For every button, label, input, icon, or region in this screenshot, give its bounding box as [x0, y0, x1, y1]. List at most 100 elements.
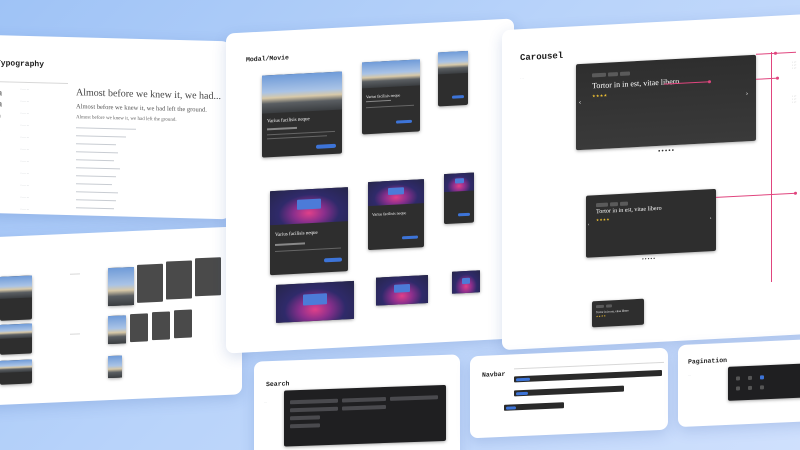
movie-modal-stage-medium[interactable]: Varius facilisis neque: [368, 179, 424, 251]
poster-small[interactable]: [0, 359, 32, 385]
movie-modal-large[interactable]: Varius facilisis neque: [262, 71, 342, 158]
annotation-line-3: [716, 192, 796, 198]
modal-cta-button-medium[interactable]: [396, 119, 412, 124]
search-panel[interactable]: [284, 384, 446, 447]
modal-heading-stage-large: Varius facilisis neque: [275, 230, 318, 238]
annotation-dot-2: [776, 76, 779, 80]
navbar-small[interactable]: [504, 402, 564, 411]
movie-modal-small[interactable]: [438, 50, 468, 107]
modal-meta-sl: [275, 242, 305, 246]
modal-cta-button-small[interactable]: [452, 95, 464, 99]
carousel-headline-medium: Tortor in in est, vitae libero: [596, 205, 662, 216]
modal-cta-button-stage-medium[interactable]: [402, 235, 418, 240]
poster-row1-img[interactable]: [108, 266, 134, 307]
modal-heading-medium: Varius facilisis neque: [366, 92, 401, 100]
modal-heading-large: Varius facilisis neque: [267, 117, 310, 125]
spec-line-2: [70, 333, 80, 335]
search-filter-1[interactable]: [342, 396, 386, 403]
navbar-dim-line: [514, 361, 664, 369]
spec-notes-2: ··· ··· ···: [792, 94, 797, 104]
carousel-large[interactable]: Tortor in in est, vitae libero ★★★★ ‹ › …: [576, 54, 756, 153]
serif-sample-column: aaaa: [0, 87, 2, 132]
modal-cta-button[interactable]: [316, 143, 336, 149]
carousel-title: Carousel: [520, 50, 564, 64]
poster-medium[interactable]: [0, 323, 32, 355]
navbar-medium[interactable]: [514, 385, 624, 397]
modal-meta: [267, 126, 297, 130]
movie-banner-medium[interactable]: [376, 274, 428, 306]
modal-meta-m: [366, 99, 391, 103]
search-filter-2[interactable]: [390, 395, 438, 401]
carousel-small[interactable]: Tortor in in est, vitae libero ★★★★: [592, 298, 644, 328]
navbar-title: Navbar: [482, 370, 506, 379]
poster-large[interactable]: [0, 275, 32, 321]
carousel-dots-medium[interactable]: ●●●●●: [642, 256, 656, 261]
modal-desc-m: [366, 104, 414, 109]
modal-heading-stage-medium: Varius facilisis neque: [372, 210, 407, 217]
navbar-active-tab-large[interactable]: [516, 377, 530, 381]
typography-card: Typography aaaa ··· ··· ··· ··· ··· ··· …: [0, 34, 230, 220]
pagination-page-1[interactable]: [736, 376, 740, 381]
movie-banner-large[interactable]: [276, 280, 354, 323]
modal-cta-button-stage-large[interactable]: [324, 257, 342, 263]
poster-row2-placeholder-2[interactable]: [152, 311, 170, 341]
search-filter-5[interactable]: [290, 423, 320, 429]
movie-modal-stage-small[interactable]: [444, 172, 474, 225]
pagination-page-6[interactable]: [760, 385, 764, 390]
type-sample-2: Almost before we knew it, we had left th…: [76, 103, 207, 114]
modal-desc-sl: [275, 247, 341, 252]
navbar-card: Navbar: [470, 347, 668, 439]
movie-modal-medium[interactable]: Varius facilisis neque: [362, 59, 420, 135]
spec-notes-1: ··· ··· ···: [792, 60, 797, 70]
poster-row2-placeholder-3[interactable]: [174, 309, 192, 339]
chevron-left-icon[interactable]: ‹: [588, 222, 589, 228]
search-input-2[interactable]: [290, 406, 338, 413]
chevron-right-icon[interactable]: ›: [746, 91, 748, 97]
type-scale-table: ··· ··· ··· ··· ··· ··· ··· ··· ··· ··· …: [20, 87, 30, 212]
navbar-active-tab-medium[interactable]: [516, 391, 528, 395]
movie-banner-small[interactable]: [452, 270, 480, 294]
annotation-line-2: [756, 77, 778, 80]
search-filter-3[interactable]: [342, 404, 386, 411]
poster-row2-placeholder-1[interactable]: [130, 313, 148, 343]
search-title: Search: [266, 380, 290, 389]
pagination-page-current[interactable]: [760, 375, 764, 380]
annotation-dot-1: [774, 51, 777, 55]
pagination-title: Pagination: [688, 356, 728, 366]
chevron-right-icon[interactable]: ›: [710, 215, 711, 221]
navbar-large[interactable]: [514, 369, 662, 383]
pagination-card: Pagination ···: [678, 338, 800, 428]
search-card: Search ···: [254, 354, 460, 450]
modal-movie-title: Modal/Movie: [246, 54, 289, 64]
movie-modal-stage-large[interactable]: Varius facilisis neque: [270, 187, 348, 276]
annotation-vertical: [771, 51, 772, 283]
modal-cta-button-stage-small[interactable]: [458, 212, 470, 217]
carousel-dots-large[interactable]: ●●●●●: [658, 147, 675, 153]
posters-card: [0, 226, 242, 406]
search-input[interactable]: [290, 398, 338, 405]
rating-stars-medium: ★★★★: [596, 217, 610, 223]
search-label-left: ···: [264, 401, 267, 405]
poster-row1-placeholder-2[interactable]: [166, 260, 192, 300]
poster-row1-placeholder-1[interactable]: [137, 263, 163, 303]
rating-stars-large: ★★★★: [592, 92, 608, 99]
poster-row1-placeholder-3[interactable]: [195, 257, 221, 297]
pagination-page-2[interactable]: [748, 375, 752, 380]
pagination-control[interactable]: [728, 362, 800, 401]
annotation-dot-3: [794, 191, 797, 195]
poster-row2-img[interactable]: [108, 315, 126, 345]
typography-title: Typography: [0, 59, 45, 70]
rating-stars-small: ★★★★: [596, 314, 607, 319]
header-rule: [0, 81, 68, 84]
navbar-active-tab-small[interactable]: [506, 405, 516, 410]
carousel-medium[interactable]: Tortor in in est, vitae libero ★★★★ ‹ › …: [586, 188, 716, 261]
pagination-page-5[interactable]: [748, 385, 752, 390]
pagination-page-4[interactable]: [736, 386, 740, 391]
carousel-headline-small: Tortor in in est, vitae libero: [596, 308, 629, 315]
chevron-left-icon[interactable]: ‹: [579, 100, 581, 106]
modal-desc-2: [267, 135, 327, 140]
poster-row3-img[interactable]: [108, 355, 122, 379]
carousel-card: Carousel · · · Tortor in in est, vitae l…: [502, 13, 800, 351]
search-filter-4[interactable]: [290, 415, 320, 421]
carousel-breakpoint-label: · · ·: [520, 76, 525, 81]
